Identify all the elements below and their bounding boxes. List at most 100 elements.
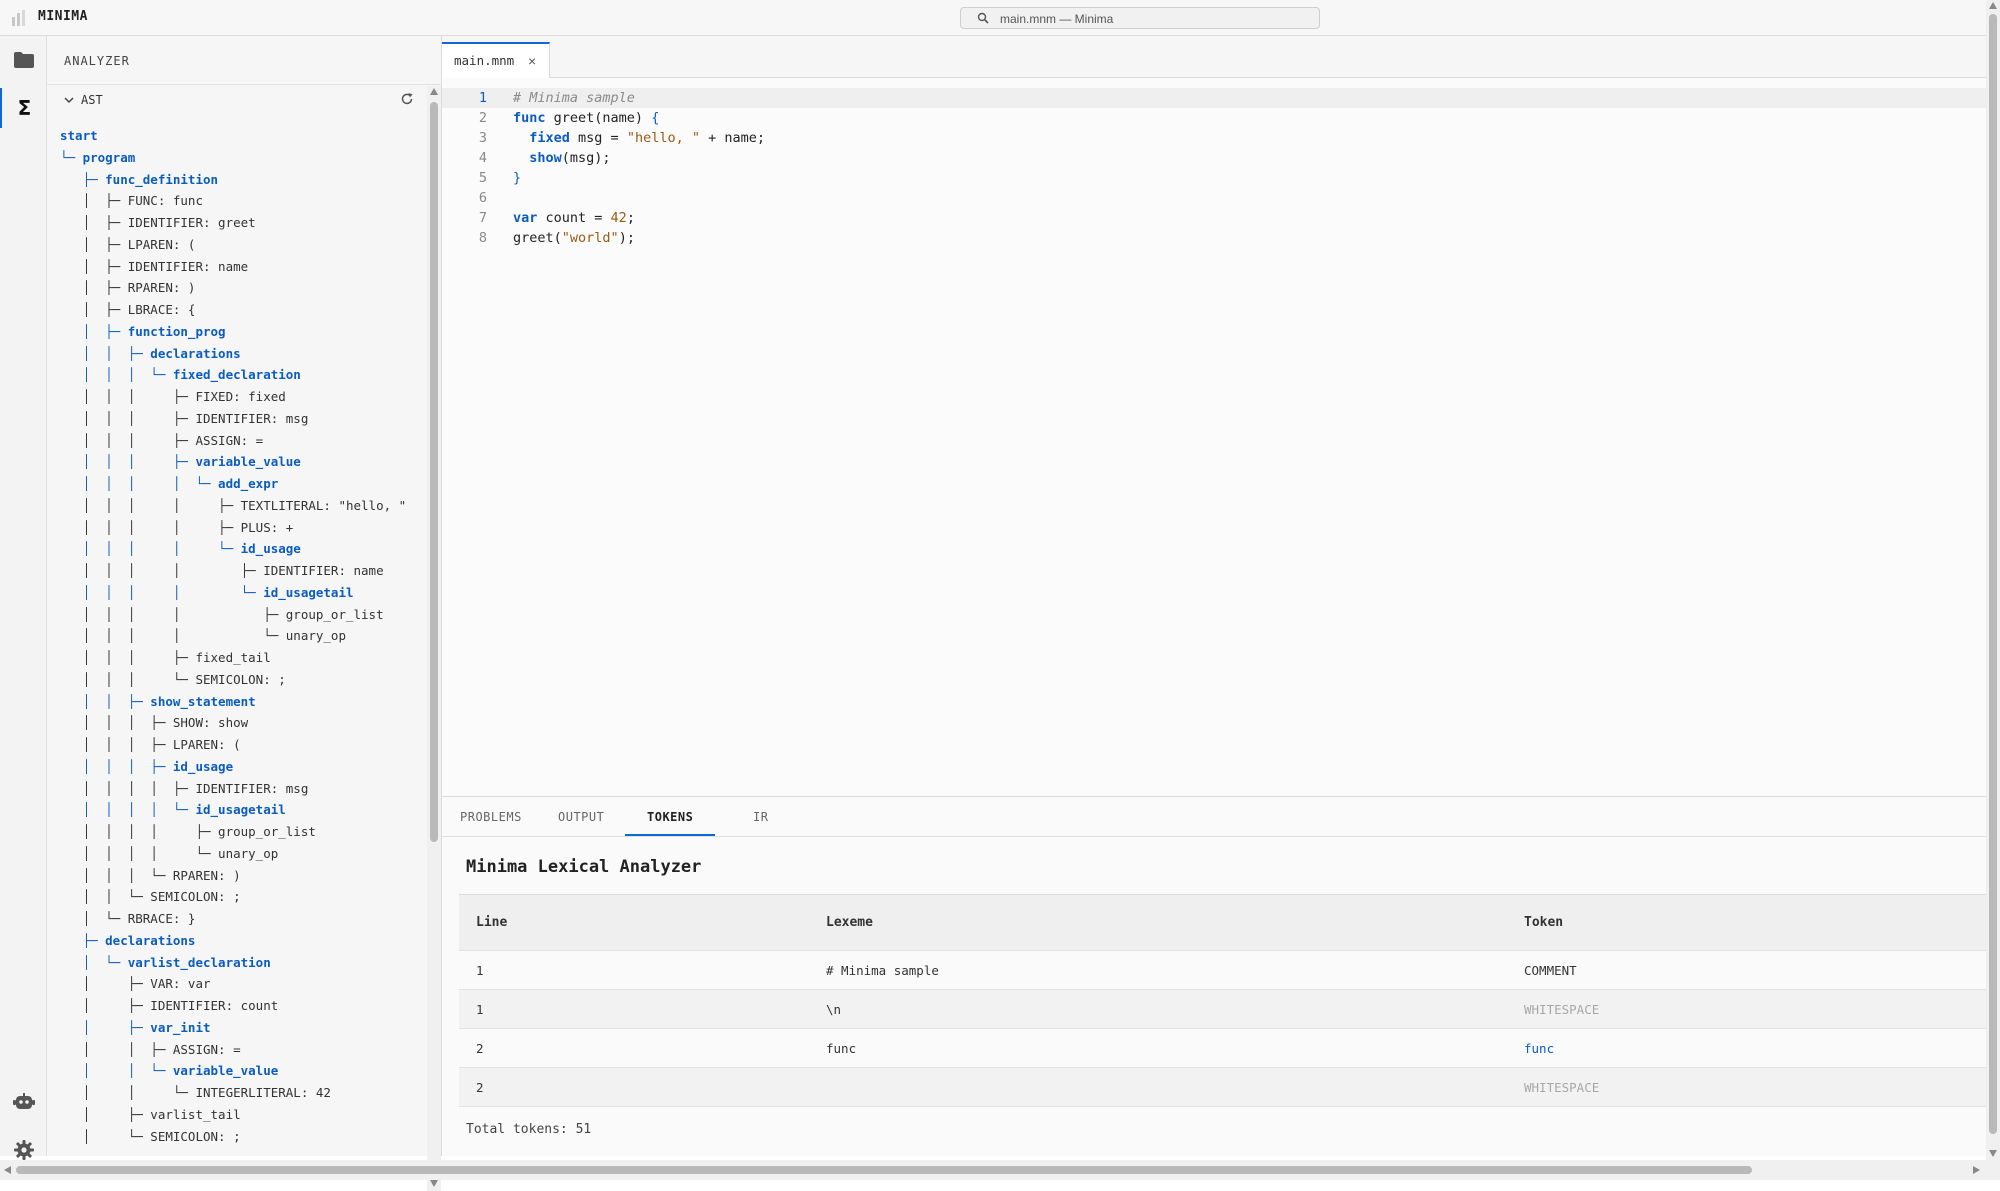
code-line[interactable]: 5} xyxy=(442,168,1986,188)
ast-leaf[interactable]: │ │ │ ├─ FIXED: fixed xyxy=(60,386,425,408)
code-token: "world" xyxy=(561,230,619,246)
tab-tokens[interactable]: TOKENS xyxy=(647,810,693,824)
scroll-left-arrow-icon[interactable] xyxy=(4,1166,11,1174)
code-line[interactable]: 2 func greet(name) { xyxy=(442,108,1986,128)
code-line[interactable]: 8 greet("world"); xyxy=(442,228,1986,248)
line-number: 1 xyxy=(478,90,487,106)
scroll-right-arrow-icon[interactable] xyxy=(1973,1166,1980,1174)
ast-node[interactable]: │ │ │ │ └─ id_usagetail xyxy=(60,799,425,821)
ast-node[interactable]: │ │ └─ variable_value xyxy=(60,1060,425,1082)
code-line[interactable]: 3 fixed msg = "hello, " + name; xyxy=(442,128,1986,148)
line-number: 6 xyxy=(478,190,487,206)
code-line[interactable]: 7 var count = 42; xyxy=(442,208,1986,228)
code-line[interactable]: 4 show(msg); xyxy=(442,148,1986,168)
refresh-icon[interactable] xyxy=(400,92,414,106)
ast-node[interactable]: └─ program xyxy=(60,147,425,169)
ast-node[interactable]: │ │ │ │ └─ id_usagetail xyxy=(60,582,425,604)
ast-leaf[interactable]: │ │ │ │ ├─ PLUS: + xyxy=(60,517,425,539)
ast-node[interactable]: │ └─ varlist_declaration xyxy=(60,952,425,974)
ast-leaf[interactable]: │ │ ├─ ASSIGN: = xyxy=(60,1039,425,1061)
ast-node[interactable]: │ │ │ │ └─ id_usage xyxy=(60,538,425,560)
window-scrollbar[interactable] xyxy=(1986,0,2000,1160)
ast-leaf[interactable]: │ ├─ varlist_tail xyxy=(60,1104,425,1126)
ast-leaf[interactable]: │ └─ RBRACE: } xyxy=(60,908,425,930)
ast-leaf[interactable]: │ │ │ ├─ fixed_tail xyxy=(60,647,425,669)
sidebar-scroll-thumb[interactable] xyxy=(430,102,438,842)
ast-node[interactable]: │ │ │ │ └─ add_expr xyxy=(60,473,425,495)
ast-node[interactable]: start xyxy=(60,125,425,147)
ast-node[interactable]: │ │ ├─ show_statement xyxy=(60,691,425,713)
code-token: var xyxy=(513,210,538,226)
scroll-down-arrow-icon[interactable] xyxy=(430,1180,438,1187)
ast-leaf[interactable]: │ ├─ LBRACE: { xyxy=(60,299,425,321)
ast-leaf[interactable]: │ │ │ │ └─ unary_op xyxy=(60,625,425,647)
folder-icon xyxy=(13,52,34,68)
ast-leaf[interactable]: │ ├─ IDENTIFIER: greet xyxy=(60,212,425,234)
tab-problems[interactable]: PROBLEMS xyxy=(460,810,522,824)
ast-leaf[interactable]: │ │ │ ├─ LPAREN: ( xyxy=(60,734,425,756)
window-scroll-thumb[interactable] xyxy=(1989,14,1997,1134)
ast-leaf[interactable]: │ ├─ FUNC: func xyxy=(60,190,425,212)
cell-line: 1 xyxy=(476,963,484,978)
ast-node[interactable]: │ │ │ └─ fixed_declaration xyxy=(60,364,425,386)
column-header-token: Token xyxy=(1524,915,1564,930)
table-row: 2 WHITESPACE xyxy=(459,1068,1986,1107)
ast-leaf[interactable]: │ │ └─ INTEGERLITERAL: 42 xyxy=(60,1082,425,1104)
tab-ir[interactable]: IR xyxy=(753,810,768,824)
tab-output[interactable]: OUTPUT xyxy=(558,810,604,824)
horizontal-scrollbar[interactable] xyxy=(0,1160,2000,1180)
column-header-lexeme: Lexeme xyxy=(826,915,873,930)
ast-leaf[interactable]: │ │ │ │ ├─ group_or_list xyxy=(60,821,425,843)
table-row: 2 func func xyxy=(459,1029,1986,1068)
analyzer-button[interactable]: Σ xyxy=(0,88,47,128)
ast-node[interactable]: ├─ func_definition xyxy=(60,169,425,191)
search-text: main.mnm — Minima xyxy=(1000,12,1114,26)
ast-leaf[interactable]: │ │ └─ SEMICOLON: ; xyxy=(60,886,425,908)
ast-leaf[interactable]: │ │ │ ├─ SHOW: show xyxy=(60,712,425,734)
analyzer-sidebar: ANALYZER AST start └─ program ├─ func_def… xyxy=(47,36,442,1191)
ast-leaf[interactable]: │ │ │ │ ├─ TEXTLITERAL: "hello, " xyxy=(60,495,425,517)
tab-main-mnm[interactable]: main.mnm × xyxy=(442,42,550,78)
scroll-up-arrow-icon[interactable] xyxy=(430,88,438,95)
explorer-button[interactable] xyxy=(0,40,47,80)
close-icon[interactable]: × xyxy=(528,53,536,69)
ast-tree: start └─ program ├─ func_definition │ ├─ … xyxy=(60,125,425,1190)
ast-leaf[interactable]: │ │ │ ├─ ASSIGN: = xyxy=(60,430,425,452)
command-search[interactable]: main.mnm — Minima xyxy=(960,7,1320,29)
app-name: MINIMA xyxy=(38,9,88,24)
scroll-down-arrow-icon[interactable] xyxy=(1989,1150,1997,1157)
ast-node[interactable]: │ │ ├─ declarations xyxy=(60,343,425,365)
ast-leaf[interactable]: │ │ │ │ └─ unary_op xyxy=(60,843,425,865)
code-token: fixed xyxy=(529,130,570,146)
sidebar-scrollbar[interactable] xyxy=(427,86,441,1191)
ast-leaf[interactable]: │ │ │ ├─ IDENTIFIER: msg xyxy=(60,408,425,430)
code-line[interactable]: 1 # Minima sample xyxy=(442,88,1986,108)
ast-node[interactable]: │ │ │ ├─ id_usage xyxy=(60,756,425,778)
code-area[interactable]: 1 # Minima sample 2 func greet(name) {3 fix… xyxy=(442,88,1986,248)
code-token: count = xyxy=(537,210,611,226)
ast-leaf[interactable]: │ ├─ IDENTIFIER: count xyxy=(60,995,425,1017)
ast-leaf[interactable]: │ ├─ LPAREN: ( xyxy=(60,234,425,256)
ast-leaf[interactable]: │ ├─ VAR: var xyxy=(60,973,425,995)
code-line[interactable]: 6 xyxy=(442,188,1986,208)
ast-node[interactable]: │ ├─ var_init xyxy=(60,1017,425,1039)
ast-leaf[interactable]: │ │ │ └─ RPAREN: ) xyxy=(60,865,425,887)
ast-leaf[interactable]: │ │ │ │ ├─ IDENTIFIER: msg xyxy=(60,778,425,800)
active-tab-indicator xyxy=(625,834,715,836)
cell-line: 1 xyxy=(476,1002,484,1017)
horizontal-scroll-thumb[interactable] xyxy=(16,1166,1752,1174)
ast-leaf[interactable]: │ ├─ IDENTIFIER: name xyxy=(60,256,425,278)
ast-leaf[interactable]: │ └─ SEMICOLON: ; xyxy=(60,1126,425,1148)
ast-node[interactable]: ├─ declarations xyxy=(60,930,425,952)
ast-node[interactable]: │ ├─ function_prog xyxy=(60,321,425,343)
panel-tabs: PROBLEMS OUTPUT TOKENS IR xyxy=(442,797,1986,837)
scroll-up-arrow-icon[interactable] xyxy=(1989,2,1997,9)
ast-leaf[interactable]: │ │ │ └─ SEMICOLON: ; xyxy=(60,669,425,691)
ast-leaf[interactable]: │ ├─ RPAREN: ) xyxy=(60,277,425,299)
ast-leaf[interactable]: │ │ │ │ ├─ group_or_list xyxy=(60,604,425,626)
ast-node[interactable]: │ │ │ ├─ variable_value xyxy=(60,451,425,473)
assistant-button[interactable] xyxy=(0,1082,47,1122)
ast-leaf[interactable]: │ │ │ │ ├─ IDENTIFIER: name xyxy=(60,560,425,582)
ast-section-header[interactable]: AST xyxy=(47,84,442,116)
